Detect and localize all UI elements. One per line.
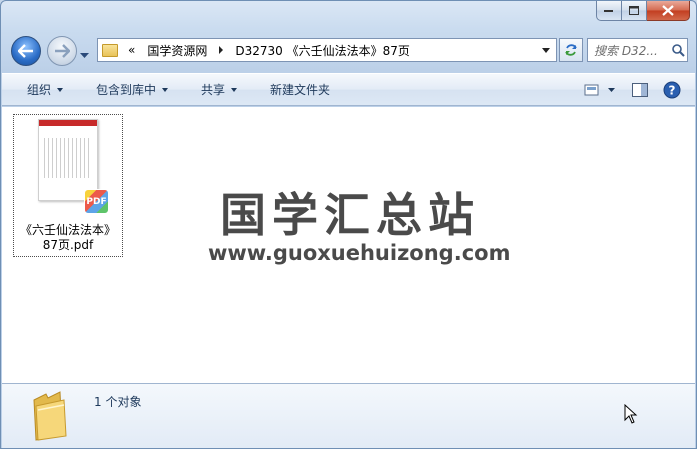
explorer-window: « 国学资源网 D32730 《六壬仙法法本》87页 搜索 D32... 组织 <box>0 0 697 449</box>
file-item[interactable]: PDF 《六壬仙法法本》87页.pdf <box>13 114 123 257</box>
help-button[interactable]: ? <box>659 78 685 102</box>
view-icon <box>584 84 615 95</box>
chevron-down-icon <box>231 87 238 92</box>
refresh-button[interactable] <box>559 38 583 62</box>
folder-icon <box>102 43 118 57</box>
folder-icon <box>33 391 67 441</box>
watermark-title: 国学汇总站 <box>220 188 480 242</box>
thumbnail-text-lines <box>44 138 92 178</box>
item-count: 1 个对象 <box>94 395 142 409</box>
mouse-cursor-icon <box>624 404 638 424</box>
help-icon: ? <box>663 81 681 98</box>
svg-text:?: ? <box>669 83 676 97</box>
maximize-button[interactable] <box>622 1 647 21</box>
breadcrumb-item-root[interactable]: 国学资源网 <box>139 39 211 61</box>
new-folder-label: 新建文件夹 <box>270 83 331 97</box>
chevron-down-icon <box>162 87 169 92</box>
arrow-right-icon <box>55 44 70 58</box>
file-name[interactable]: 《六壬仙法法本》87页.pdf <box>15 223 121 253</box>
breadcrumb-overflow[interactable]: « <box>124 39 139 61</box>
command-bar: 组织 包含到库中 共享 新建文件夹 ? <box>2 73 695 106</box>
breadcrumb-item-current[interactable]: D32730 《六壬仙法法本》87页 <box>231 39 414 61</box>
chevron-down-icon <box>57 87 64 92</box>
new-folder-button[interactable]: 新建文件夹 <box>250 74 343 105</box>
file-list[interactable]: PDF 《六壬仙法法本》87页.pdf 国学汇总站 www.guoxuehuiz… <box>2 107 695 383</box>
minimize-button[interactable] <box>596 1 622 21</box>
view-controls: ? <box>581 74 685 105</box>
search-box[interactable]: 搜索 D32... <box>587 38 688 62</box>
watermark-url: www.guoxuehuizong.com <box>208 241 511 265</box>
minimize-icon <box>604 9 613 12</box>
caption-buttons <box>596 1 690 21</box>
navigation-bar: « 国学资源网 D32730 《六壬仙法法本》87页 搜索 D32... <box>9 35 688 67</box>
search-icon[interactable] <box>669 43 687 57</box>
history-dropdown[interactable] <box>80 48 89 62</box>
pdf-icon: PDF <box>84 189 109 214</box>
close-icon <box>662 5 674 16</box>
share-button[interactable]: 共享 <box>181 74 250 105</box>
close-button[interactable] <box>647 1 690 21</box>
details-pane: 1 个对象 <box>2 383 695 448</box>
forward-button[interactable] <box>47 36 77 66</box>
back-button[interactable] <box>11 36 41 66</box>
preview-pane-button[interactable] <box>627 78 653 102</box>
refresh-icon <box>565 44 577 56</box>
pdf-thumbnail: PDF <box>38 119 109 214</box>
preview-pane-icon <box>632 82 648 97</box>
search-input[interactable]: 搜索 D32... <box>594 42 669 59</box>
organize-label: 组织 <box>27 83 52 97</box>
address-bar[interactable]: « 国学资源网 D32730 《六壬仙法法本》87页 <box>97 38 557 62</box>
arrow-left-icon <box>18 44 33 58</box>
breadcrumb-separator-icon[interactable] <box>219 46 224 54</box>
chevron-down-icon <box>80 53 89 58</box>
include-library-label: 包含到库中 <box>96 83 157 97</box>
share-label: 共享 <box>201 83 226 97</box>
organize-button[interactable]: 组织 <box>2 74 76 105</box>
change-view-button[interactable] <box>581 78 621 102</box>
thumbnail-header <box>39 120 97 126</box>
include-in-library-button[interactable]: 包含到库中 <box>76 74 181 105</box>
maximize-icon <box>628 5 639 15</box>
address-dropdown-icon[interactable] <box>542 48 550 53</box>
